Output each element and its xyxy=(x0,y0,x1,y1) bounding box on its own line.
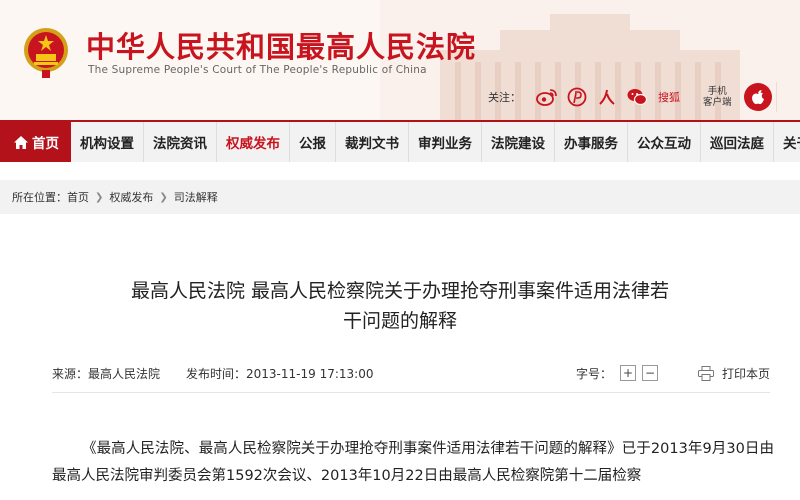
font-size-label: 字号： xyxy=(575,366,612,381)
nav-item-services[interactable]: 办事服务 xyxy=(555,122,628,162)
site-header: 中华人民共和国最高人民法院 The Supreme People's Court… xyxy=(0,0,800,120)
pinterest-icon[interactable] xyxy=(561,82,591,112)
site-title[interactable]: 中华人民共和国最高人民法院 xyxy=(86,24,476,66)
meta-divider xyxy=(52,392,770,393)
article-published-time: 发布时间：2013-11-19 17:13:00 xyxy=(186,366,374,381)
main-nav: 首页 机构设置 法院资讯 权威发布 公报 裁判文书 审判业务 法院建设 办事服务… xyxy=(0,120,800,162)
wechat-icon[interactable] xyxy=(621,82,651,112)
print-button[interactable]: 打印本页 xyxy=(697,365,770,382)
nav-item-judgments[interactable]: 裁判文书 xyxy=(336,122,409,162)
nav-home-label: 首页 xyxy=(32,136,59,152)
home-icon xyxy=(14,135,28,149)
nav-item-gazette[interactable]: 公报 xyxy=(290,122,336,162)
article-body: 《最高人民法院、最高人民检察院关于办理抢夺刑事案件适用法律若干问题的解释》已于2… xyxy=(52,441,774,484)
nav-item-circuit[interactable]: 巡回法庭 xyxy=(701,122,774,162)
breadcrumb: 所在位置： 首页 ❯ 权威发布 ❯ 司法解释 xyxy=(0,180,800,214)
breadcrumb-interpretation[interactable]: 司法解释 xyxy=(174,189,218,205)
breadcrumb-releases[interactable]: 权威发布 xyxy=(109,189,153,205)
breadcrumb-prefix: 所在位置： xyxy=(12,191,67,204)
printer-icon xyxy=(697,365,714,381)
font-increase-button[interactable]: + xyxy=(619,365,636,381)
mobile-client-line1: 手机 xyxy=(707,86,727,97)
article-source: 来源：最高人民法院 xyxy=(52,366,161,381)
nav-item-trial[interactable]: 审判业务 xyxy=(409,122,482,162)
nav-home[interactable]: 首页 xyxy=(0,122,71,162)
nav-item-org[interactable]: 机构设置 xyxy=(71,122,144,162)
nav-item-construction[interactable]: 法院建设 xyxy=(482,122,555,162)
font-decrease-button[interactable]: − xyxy=(641,365,658,381)
article-title: 最高人民法院 最高人民检察院关于办理抢夺刑事案件适用法律若 干问题的解释 xyxy=(60,276,740,336)
apple-icon[interactable] xyxy=(743,83,772,111)
article-title-line1: 最高人民法院 最高人民检察院关于办理抢夺刑事案件适用法律若 xyxy=(130,280,670,302)
breadcrumb-home[interactable]: 首页 xyxy=(67,189,89,205)
mobile-client-link[interactable]: 手机 客户端 xyxy=(694,82,740,112)
chevron-right-icon: ❯ xyxy=(95,191,104,203)
nav-item-releases[interactable]: 权威发布 xyxy=(217,122,290,162)
site-subtitle: The Supreme People's Court of The People… xyxy=(88,64,427,76)
follow-bar: 关注： 搜狐 手机 客户端 xyxy=(488,82,792,112)
renren-icon[interactable] xyxy=(591,82,621,112)
nav-item-news[interactable]: 法院资讯 xyxy=(144,122,217,162)
article-title-line2: 干问题的解释 xyxy=(342,310,457,332)
android-icon[interactable] xyxy=(775,82,792,112)
nav-item-about[interactable]: 关于我们 xyxy=(774,122,800,162)
follow-label: 关注： xyxy=(488,91,521,104)
mobile-client-line2: 客户端 xyxy=(703,97,732,108)
chevron-right-icon: ❯ xyxy=(159,191,168,203)
article-meta: 来源：最高人民法院 发布时间：2013-11-19 17:13:00 字号： +… xyxy=(52,362,770,384)
print-label: 打印本页 xyxy=(721,366,770,381)
weibo-icon[interactable] xyxy=(531,82,561,112)
national-emblem-icon xyxy=(24,28,68,78)
sohu-link[interactable]: 搜狐 xyxy=(651,82,686,112)
nav-item-interaction[interactable]: 公众互动 xyxy=(628,122,701,162)
